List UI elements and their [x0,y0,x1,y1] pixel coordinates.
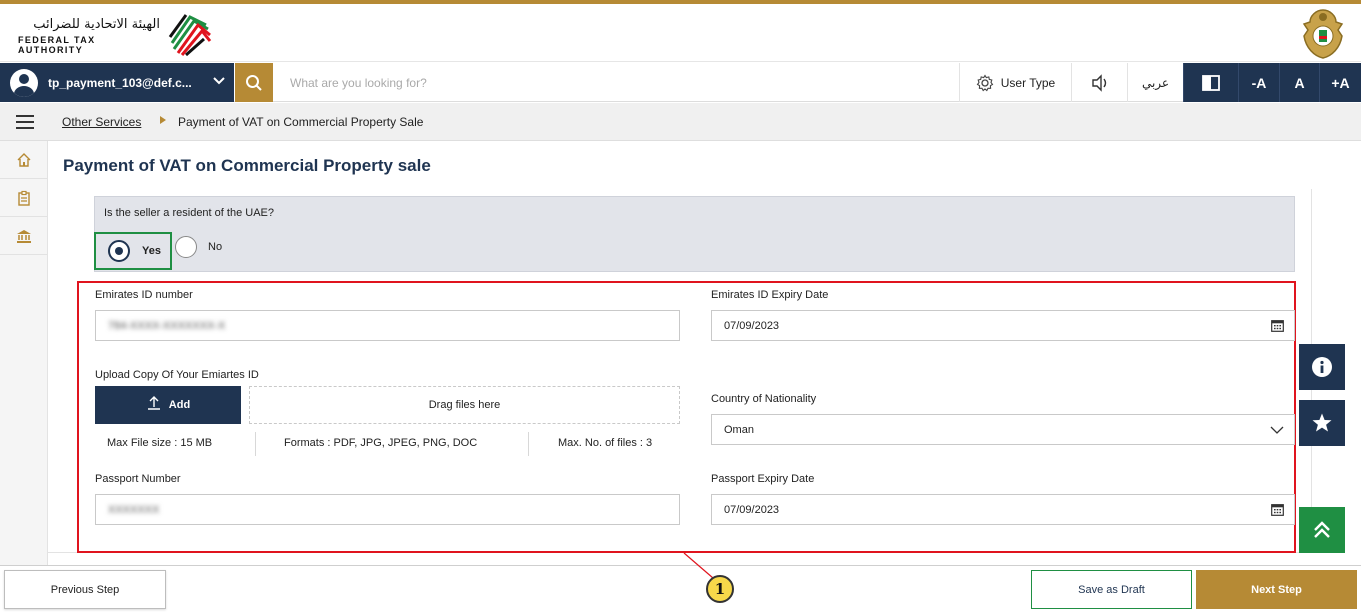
info-button[interactable] [1299,344,1345,390]
emirates-id-value: 784-XXXX-XXXXXXX-X [108,319,226,332]
resident-no-label: No [208,241,223,253]
breadcrumb-arrow-icon [160,116,166,124]
max-file-size-text: Max File size : 15 MB [107,437,213,449]
page-title: Payment of VAT on Commercial Property sa… [63,156,431,175]
previous-step-button[interactable]: Previous Step [4,570,166,609]
contrast-icon [1202,74,1220,91]
resident-question-label: Is the seller a resident of the UAE? [104,207,274,219]
logo-arabic-name: الهيئة الاتحادية للضرائب [33,17,160,32]
info-icon [1312,357,1332,377]
font-decrease-button[interactable]: -A [1238,63,1279,102]
user-menu[interactable]: tp_payment_103@def.c... [0,63,234,102]
brand-bar: الهيئة الاتحادية للضرائب FEDERAL TAX AUT… [0,4,1361,62]
star-icon [1312,413,1332,432]
passport-expiry-field[interactable]: 07/09/2023 [711,494,1295,525]
emirates-id-expiry-value: 07/09/2023 [724,319,780,332]
max-files-text: Max. No. of files : 3 [558,437,653,449]
sidebar-item-home[interactable] [0,141,48,179]
resident-yes-label: Yes [142,245,161,257]
file-formats-text: Formats : PDF, JPG, JPEG, PNG, DOC [284,437,478,449]
chevron-down-icon [213,77,225,85]
top-navbar: tp_payment_103@def.c... User Type عربي -… [0,63,1361,102]
favorite-button[interactable] [1299,400,1345,446]
passport-number-label: Passport Number [95,473,181,485]
breadcrumb: Other Services Payment of VAT on Commerc… [0,103,1361,141]
add-file-button[interactable]: Add [95,386,241,424]
drop-zone-label: Drag files here [428,399,501,411]
emirates-id-expiry-field[interactable]: 07/09/2023 [711,310,1295,341]
language-toggle[interactable]: عربي [1127,63,1183,102]
fta-logo-icon [168,14,212,57]
sidebar [0,141,48,565]
uae-emblem-icon [1302,9,1344,59]
user-avatar-icon [10,68,38,97]
resident-no-radio[interactable]: No [175,236,222,258]
search-input[interactable] [280,69,920,96]
passport-number-field[interactable]: XXXXXXX [95,494,680,525]
add-file-label: Add [168,399,191,411]
nationality-label: Country of Nationality [711,393,817,405]
font-increase-button[interactable]: +A [1319,63,1361,102]
scroll-top-button[interactable] [1299,507,1345,553]
text-to-speech-button[interactable] [1071,63,1127,102]
fta-logo-text: الهيئة الاتحادية للضرائب FEDERAL TAX AUT… [18,17,160,55]
sidebar-item-tasks[interactable] [0,179,48,217]
emirates-id-label: Emirates ID number [95,289,193,301]
radio-unselected-icon [175,236,197,258]
resident-yes-radio[interactable]: Yes [94,232,172,270]
save-draft-button[interactable]: Save as Draft [1031,570,1192,609]
passport-expiry-label: Passport Expiry Date [711,473,815,485]
sidebar-item-services[interactable] [0,217,48,255]
search-button[interactable] [235,63,273,102]
user-type-button[interactable]: User Type [959,63,1071,102]
calendar-icon[interactable] [1271,503,1284,516]
nationality-select[interactable]: Oman [711,414,1295,445]
font-reset-button[interactable]: A [1279,63,1319,102]
info-divider [255,432,256,456]
breadcrumb-other-services-link[interactable]: Other Services [62,115,141,129]
user-type-label: User Type [1000,75,1056,90]
breadcrumb-current: Payment of VAT on Commercial Property Sa… [178,115,424,129]
emirates-id-field[interactable]: 784-XXXX-XXXXXXX-X [95,310,680,341]
contrast-toggle[interactable] [1183,63,1238,102]
menu-icon[interactable] [16,115,34,129]
gear-icon [976,73,994,91]
next-step-button[interactable]: Next Step [1196,570,1357,609]
speaker-icon [1091,73,1106,92]
calendar-icon[interactable] [1271,319,1284,332]
passport-expiry-value: 07/09/2023 [724,503,780,516]
upload-label: Upload Copy Of Your Emiartes ID [95,369,259,381]
upload-icon [147,396,160,410]
file-drop-zone[interactable]: Drag files here [249,386,680,424]
footer-bar: Previous Step Save as Draft Next Step [0,565,1361,615]
emirates-id-expiry-label: Emirates ID Expiry Date [711,289,829,301]
home-icon [17,152,31,167]
callout-number-badge: 1 [706,575,734,603]
resident-question-box [94,196,1295,272]
clipboard-icon [18,190,30,206]
double-chevron-up-icon [1314,521,1330,538]
chevron-down-icon [1270,426,1284,434]
bank-icon [17,229,31,243]
logo-english-name: FEDERAL TAX AUTHORITY [18,35,96,55]
info-divider [528,432,529,456]
user-email: tp_payment_103@def.c... [48,75,192,90]
passport-number-value: XXXXXXX [108,503,160,516]
nationality-value: Oman [724,423,754,436]
search-icon [246,74,262,91]
radio-selected-icon [108,240,130,262]
